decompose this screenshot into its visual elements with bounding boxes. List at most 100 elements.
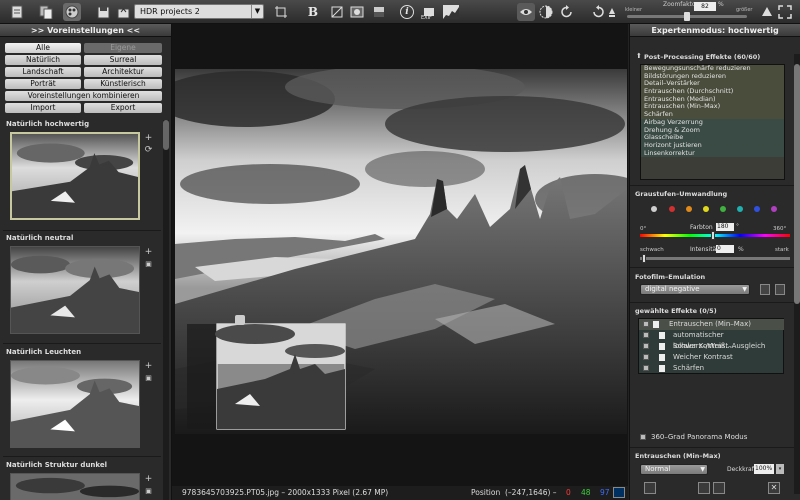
- exif-icon[interactable]: EXIF: [420, 3, 438, 21]
- presets-scrollbar[interactable]: [163, 120, 169, 500]
- hue-slider-handle[interactable]: [711, 231, 715, 240]
- panorama-checkbox[interactable]: [640, 434, 646, 440]
- zoom-out-icon[interactable]: [606, 3, 618, 21]
- preset-options-icon[interactable]: ▣: [144, 260, 153, 269]
- mask-icon[interactable]: [348, 3, 366, 21]
- project-select[interactable]: HDR projects 2 ▼: [134, 4, 264, 19]
- list-item[interactable]: Bildstörungen reduzieren: [641, 72, 784, 81]
- hue-input[interactable]: 180: [716, 223, 734, 231]
- blend-mode-select[interactable]: Normal ▼: [640, 464, 708, 475]
- info-icon[interactable]: i: [398, 3, 416, 21]
- fullscreen-icon[interactable]: [776, 3, 794, 21]
- list-item[interactable]: Entrauschen (Min–Max): [641, 103, 784, 112]
- color-dot-gray[interactable]: [651, 206, 657, 212]
- mask-edit-icon[interactable]: [713, 482, 725, 494]
- chosen-effects-list[interactable]: Entrauschen (Min–Max) automatischer Schw…: [638, 318, 784, 374]
- zoom-slider-handle[interactable]: [684, 12, 690, 21]
- hue-slider[interactable]: [640, 234, 790, 237]
- color-dot-blue[interactable]: [754, 206, 760, 212]
- scrollbar-thumb[interactable]: [794, 64, 800, 304]
- list-item[interactable]: Drehung & Zoom: [641, 126, 784, 135]
- filter-surreal-button[interactable]: Surreal: [84, 55, 162, 65]
- color-dot-green[interactable]: [720, 206, 726, 212]
- main-photo[interactable]: [175, 69, 627, 434]
- filter-landscape-button[interactable]: Landschaft: [5, 67, 81, 77]
- list-item[interactable]: Detail–Verstärker: [641, 80, 784, 89]
- effect-checkbox[interactable]: [643, 321, 649, 327]
- folder-icon[interactable]: [760, 284, 770, 295]
- intensity-slider[interactable]: [640, 257, 790, 260]
- effect-checkbox[interactable]: [643, 343, 649, 349]
- list-item[interactable]: Airbag Verzerrung: [641, 118, 784, 127]
- intensity-slider-handle[interactable]: [642, 254, 646, 263]
- filter-all-button[interactable]: Alle: [5, 43, 81, 53]
- refresh-icon[interactable]: ⟳: [144, 146, 153, 155]
- film-select[interactable]: digital negative ▼: [640, 284, 750, 295]
- compare-icon[interactable]: [537, 3, 555, 21]
- effect-checkbox[interactable]: [643, 365, 649, 371]
- save-icon[interactable]: [94, 3, 112, 21]
- duplicate-icon[interactable]: [698, 482, 710, 494]
- color-dot-magenta[interactable]: [771, 206, 777, 212]
- preset-thumbnail[interactable]: [10, 473, 140, 500]
- color-dot-orange[interactable]: [686, 206, 692, 212]
- palette-icon[interactable]: [63, 3, 81, 21]
- list-item[interactable]: Glasscheibe: [641, 134, 784, 142]
- copy-pages-icon[interactable]: [37, 3, 55, 21]
- export-icon[interactable]: [114, 3, 132, 21]
- panel-scrollbar[interactable]: [794, 54, 800, 494]
- effect-row[interactable]: automatischer Schwarz–/Weiß...: [639, 330, 784, 350]
- filter-natural-button[interactable]: Natürlich: [5, 55, 81, 65]
- add-preset-icon[interactable]: +: [144, 248, 153, 257]
- transform-icon[interactable]: [328, 3, 346, 21]
- zoom-input[interactable]: 82: [694, 2, 716, 11]
- crop-icon[interactable]: [272, 3, 290, 21]
- undo-icon[interactable]: [589, 3, 607, 21]
- color-dot-yellow[interactable]: [703, 206, 709, 212]
- histogram-icon[interactable]: [442, 3, 460, 21]
- intensity-input[interactable]: 0: [716, 245, 734, 253]
- effect-checkbox[interactable]: [643, 354, 649, 360]
- delete-icon[interactable]: ✕: [768, 482, 780, 494]
- film-settings-icon[interactable]: [775, 284, 785, 295]
- effect-row[interactable]: Schärfen: [639, 363, 784, 374]
- opacity-input[interactable]: 100%: [754, 464, 774, 474]
- filter-architecture-button[interactable]: Architektur: [84, 67, 162, 77]
- preset-options-icon[interactable]: ▣: [144, 374, 153, 383]
- adjust-icon[interactable]: [370, 3, 388, 21]
- list-item[interactable]: Bewegungsunschärfe reduzieren: [641, 65, 784, 73]
- scrollbar-thumb[interactable]: [163, 120, 169, 150]
- preset-thumbnail[interactable]: [10, 132, 140, 220]
- effect-checkbox[interactable]: [643, 332, 649, 338]
- post-processing-list[interactable]: Bewegungsunschärfe reduzieren Bildstörun…: [640, 64, 785, 180]
- list-item[interactable]: Horizont justieren: [641, 141, 784, 150]
- new-file-icon[interactable]: [8, 3, 26, 21]
- eye-icon[interactable]: [517, 3, 535, 21]
- effect-row[interactable]: Entrauschen (Min–Max): [639, 319, 784, 330]
- list-item[interactable]: Schärfen: [641, 111, 784, 119]
- filter-own-button[interactable]: Eigene: [84, 43, 162, 53]
- import-button[interactable]: Import: [5, 103, 81, 113]
- list-item[interactable]: Linsenkorrektur: [641, 149, 784, 158]
- export-button[interactable]: Export: [84, 103, 162, 113]
- combine-presets-button[interactable]: Voreinstellungen kombinieren: [5, 91, 162, 101]
- add-preset-icon[interactable]: +: [144, 362, 153, 371]
- add-preset-icon[interactable]: +: [144, 475, 153, 484]
- navigator-overlay[interactable]: [187, 315, 346, 430]
- effect-row[interactable]: lokaler Kontrast–Ausgleich: [639, 341, 784, 352]
- apply-icon[interactable]: [644, 482, 656, 494]
- preset-thumbnail[interactable]: [10, 360, 140, 448]
- zoom-in-icon[interactable]: [758, 3, 776, 21]
- preset-thumbnail[interactable]: [10, 246, 140, 334]
- collapse-arrow-icon[interactable]: ⬆: [636, 52, 642, 61]
- filter-artistic-button[interactable]: Künstlerisch: [84, 79, 162, 89]
- color-dot-red[interactable]: [669, 206, 675, 212]
- add-preset-icon[interactable]: +: [144, 134, 153, 143]
- list-item[interactable]: Entrauschen (Median): [641, 95, 784, 104]
- bold-b-icon[interactable]: B: [304, 3, 322, 21]
- filter-portrait-button[interactable]: Porträt: [5, 79, 81, 89]
- redo-icon[interactable]: [558, 3, 576, 21]
- preset-options-icon[interactable]: ▣: [144, 487, 153, 496]
- opacity-stepper[interactable]: ▾: [776, 464, 784, 474]
- image-canvas[interactable]: [172, 24, 628, 486]
